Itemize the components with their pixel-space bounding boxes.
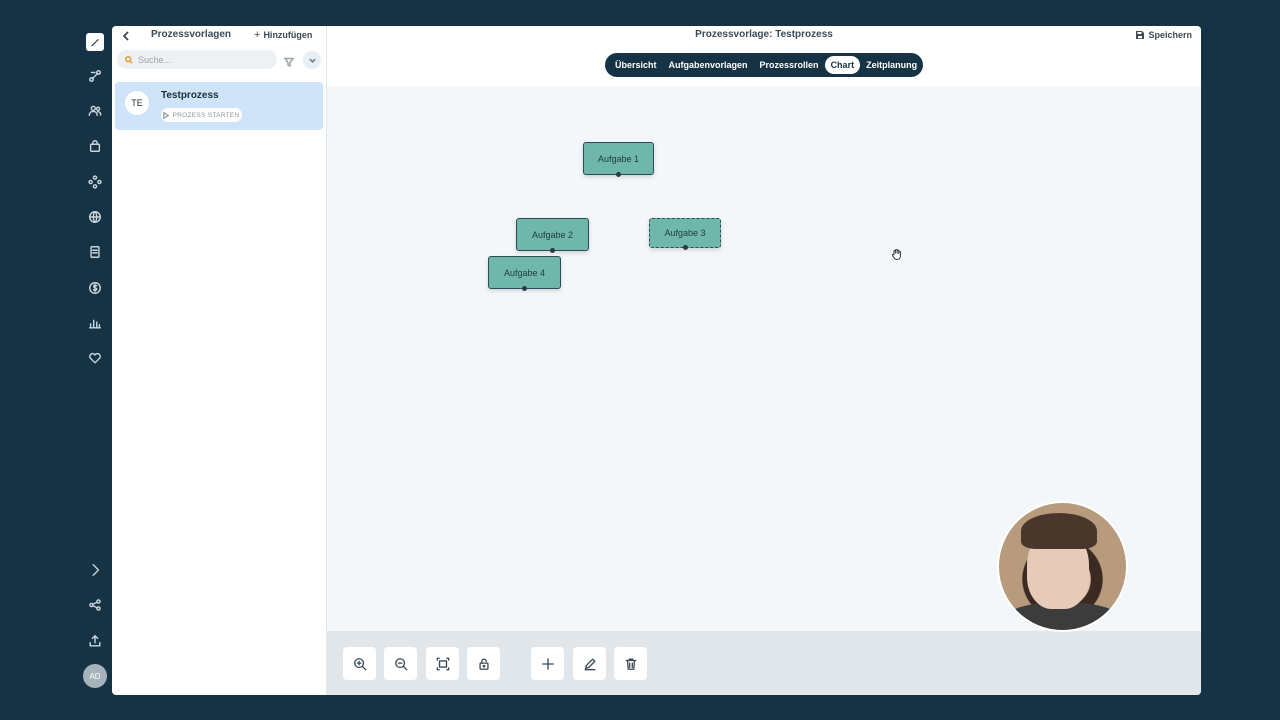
task-node-label: Aufgabe 4	[503, 267, 546, 278]
search-icon	[125, 55, 133, 64]
webcam-video	[999, 503, 1126, 630]
tab-chart[interactable]: Chart	[824, 56, 861, 74]
book-icon[interactable]	[87, 244, 103, 260]
globe-icon[interactable]	[87, 209, 103, 225]
lock-button[interactable]	[467, 647, 500, 680]
task-node-selected[interactable]: Aufgabe 3	[649, 218, 721, 250]
search-box[interactable]	[117, 50, 277, 69]
heart-icon[interactable]	[87, 350, 103, 366]
list-item[interactable]: TE Testprozess PROZESS STARTEN	[115, 82, 323, 130]
save-button[interactable]: Speichern	[1136, 30, 1192, 40]
chevron-down-icon[interactable]	[303, 51, 321, 69]
expand-icon[interactable]	[87, 562, 103, 578]
add-icon	[541, 657, 554, 670]
task-node-label: Aufgabe 1	[597, 153, 640, 164]
fit-view-icon	[436, 657, 449, 670]
connection-handle[interactable]	[550, 248, 555, 253]
tab-bar: Übersicht Aufgabenvorlagen Prozessrollen…	[605, 53, 923, 77]
start-process-label: PROZESS STARTEN	[172, 111, 240, 119]
zoom-in-button[interactable]	[343, 647, 376, 680]
delete-node-button[interactable]	[614, 647, 647, 680]
back-icon[interactable]	[120, 29, 132, 41]
tab-process-roles[interactable]: Prozessrollen	[754, 56, 825, 74]
add-node-button[interactable]	[531, 647, 564, 680]
search-input[interactable]	[138, 54, 268, 65]
page-title: Prozessvorlage: Testprozess	[695, 29, 833, 40]
zoom-out-icon	[394, 657, 407, 670]
connection-handle[interactable]	[616, 172, 621, 177]
item-avatar: TE	[125, 91, 149, 115]
bar-chart-icon[interactable]	[87, 315, 103, 331]
zoom-in-icon	[353, 657, 366, 670]
task-node[interactable]: Aufgabe 1	[583, 142, 654, 177]
dollar-icon[interactable]	[87, 280, 103, 296]
save-icon	[1136, 31, 1145, 39]
task-node[interactable]: Aufgabe 2	[516, 218, 589, 253]
plus-icon: +	[254, 28, 261, 41]
process-icon[interactable]	[87, 68, 103, 84]
filter-icon[interactable]	[283, 54, 295, 68]
edit-icon[interactable]	[86, 33, 104, 51]
tab-task-templates[interactable]: Aufgabenvorlagen	[663, 56, 754, 74]
avatar[interactable]: AD	[83, 664, 107, 688]
task-node-label: Aufgabe 2	[531, 229, 574, 240]
play-icon	[163, 111, 170, 119]
connection-handle[interactable]	[682, 245, 688, 250]
zoom-out-button[interactable]	[384, 647, 417, 680]
hand-cursor-icon	[891, 247, 903, 261]
top-bar: Prozessvorlage: Testprozess Speichern Üb…	[327, 26, 1201, 86]
canvas-toolbar	[327, 631, 1201, 695]
add-button[interactable]: + Hinzufügen	[254, 28, 313, 41]
tab-scheduling[interactable]: Zeitplanung	[860, 56, 923, 74]
upload-icon[interactable]	[87, 633, 103, 649]
task-node-label: Aufgabe 3	[664, 228, 706, 238]
task-node[interactable]: Aufgabe 4	[488, 256, 561, 291]
save-label: Speichern	[1148, 30, 1192, 40]
share-icon[interactable]	[87, 597, 103, 613]
add-button-label: Hinzufügen	[263, 30, 313, 40]
delete-icon	[625, 658, 636, 670]
tab-overview[interactable]: Übersicht	[609, 56, 663, 74]
item-name: Testprozess	[161, 90, 219, 101]
edit-node-button[interactable]	[573, 647, 606, 680]
icon-rail: AD	[79, 26, 111, 695]
users-icon[interactable]	[87, 103, 103, 119]
panel-title: Prozessvorlagen	[151, 29, 232, 40]
edit-icon	[584, 658, 595, 670]
network-icon[interactable]	[87, 174, 103, 190]
template-list-panel: Prozessvorlagen + Hinzufügen TE Testproz…	[112, 26, 327, 695]
lock-icon	[478, 658, 489, 670]
fit-view-button[interactable]	[426, 647, 459, 680]
bag-icon[interactable]	[87, 138, 103, 154]
start-process-button[interactable]: PROZESS STARTEN	[161, 108, 242, 122]
connection-handle[interactable]	[522, 286, 527, 291]
